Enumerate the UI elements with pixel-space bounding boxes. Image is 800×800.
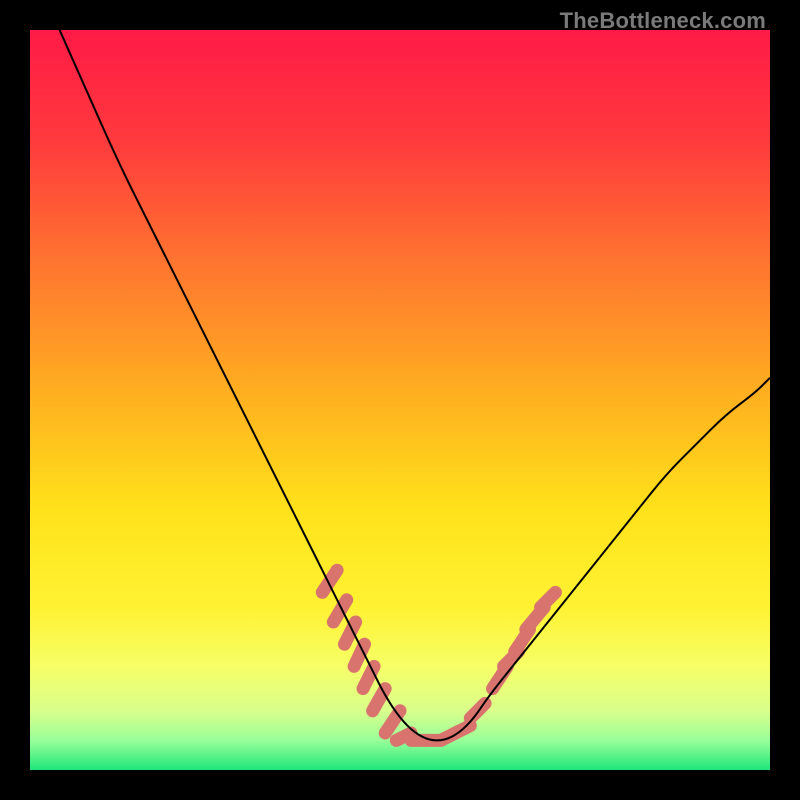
curve-dash-segment (333, 600, 346, 622)
plot-area (30, 30, 770, 770)
chart-frame: TheBottleneck.com (0, 0, 800, 800)
curve-dash-segment (541, 592, 556, 607)
curve-dash-segment (354, 644, 364, 666)
bottleneck-curve (30, 30, 770, 770)
